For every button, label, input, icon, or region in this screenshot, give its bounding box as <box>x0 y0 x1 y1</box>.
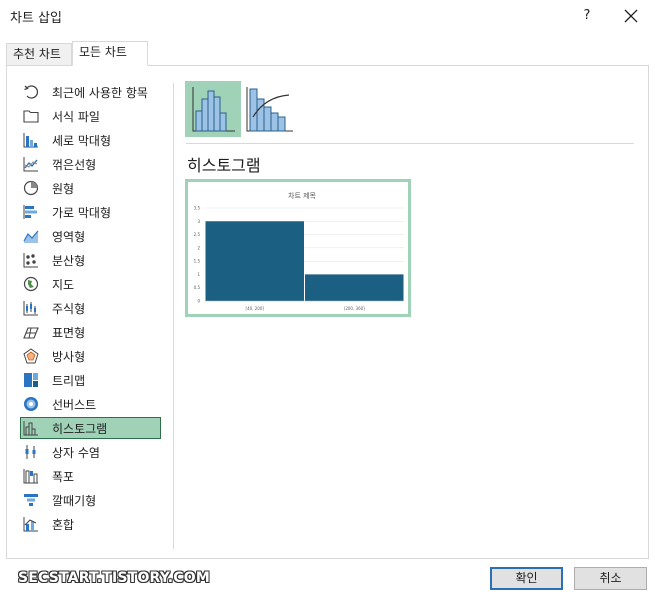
category-label: 분산형 <box>52 254 86 268</box>
stock-chart-icon <box>23 301 38 316</box>
preview-bar <box>305 274 404 301</box>
watermark-text: SECSTART.TISTORY.COM <box>18 570 211 586</box>
category-sunburst[interactable]: 선버스트 <box>20 393 161 415</box>
line-chart-icon <box>23 157 38 172</box>
area-chart-icon <box>23 230 39 243</box>
category-map[interactable]: 지도 <box>20 273 161 295</box>
category-combo[interactable]: 혼합 <box>20 513 161 535</box>
category-label: 지도 <box>52 278 75 292</box>
surface-chart-icon <box>23 327 39 339</box>
category-label: 상자 수염 <box>52 446 100 460</box>
recent-icon <box>24 85 39 99</box>
folder-icon <box>23 110 39 123</box>
category-label: 주식형 <box>52 302 86 316</box>
preview-y-tick-label: 3.5 <box>194 206 201 211</box>
selected-chart-heading: 히스토그램 <box>187 156 261 175</box>
category-box-whisker[interactable]: 상자 수염 <box>20 441 161 463</box>
scatter-chart-icon <box>23 253 38 268</box>
subtype-histogram[interactable] <box>185 81 241 137</box>
histogram-chart-icon <box>23 421 38 436</box>
preview-y-tick-label: 2.5 <box>194 232 201 237</box>
box-whisker-chart-icon <box>25 445 36 459</box>
treemap-chart-icon <box>24 373 38 387</box>
pie-chart-icon <box>23 180 39 196</box>
preview-y-tick-label: 1.5 <box>194 259 201 264</box>
chart-preview[interactable]: 차트 제목 3.5 3 2.5 2 1.5 1 0.5 0 [40, 200] (200, 360… <box>185 179 411 317</box>
category-label: 트리맵 <box>52 374 86 388</box>
tab-all-charts[interactable]: 모든 차트 <box>72 41 148 66</box>
category-label: 방사형 <box>52 350 86 364</box>
close-button[interactable] <box>618 3 644 29</box>
radar-chart-icon <box>23 348 39 364</box>
preview-bar <box>205 221 304 301</box>
combo-chart-icon <box>23 517 38 532</box>
help-button[interactable]: ? <box>574 3 600 29</box>
category-label: 표면형 <box>52 326 86 340</box>
category-label: 히스토그램 <box>52 422 108 436</box>
category-area[interactable]: 영역형 <box>20 225 161 247</box>
category-label: 영역형 <box>52 230 86 244</box>
category-surface[interactable]: 표면형 <box>20 321 161 343</box>
preview-y-tick-label: 2 <box>197 245 200 250</box>
preview-x-category-label: (200, 360] <box>344 306 365 311</box>
category-label: 세로 막대형 <box>52 134 112 148</box>
subtype-pareto[interactable] <box>243 81 299 137</box>
preview-x-category-label: [40, 200] <box>246 306 265 311</box>
histogram-subtype-icon <box>192 87 235 132</box>
map-chart-icon <box>23 276 39 292</box>
preview-y-tick-label: 0 <box>197 299 200 304</box>
category-label: 깔때기형 <box>52 494 97 508</box>
cancel-button[interactable]: 취소 <box>574 567 647 590</box>
category-bar[interactable]: 가로 막대형 <box>20 201 161 223</box>
category-scatter[interactable]: 분산형 <box>20 249 161 271</box>
category-label: 꺾은선형 <box>52 158 97 172</box>
subtype-divider <box>186 143 634 144</box>
category-templates[interactable]: 서식 파일 <box>20 105 161 127</box>
category-stock[interactable]: 주식형 <box>20 297 161 319</box>
category-pie[interactable]: 원형 <box>20 177 161 199</box>
bar-chart-icon <box>23 205 37 219</box>
column-chart-icon <box>23 133 38 148</box>
category-label: 서식 파일 <box>52 110 100 124</box>
preview-y-tick-label: 3 <box>197 219 200 224</box>
category-histogram[interactable]: 히스토그램 <box>20 417 161 439</box>
preview-y-tick-label: 0.5 <box>194 285 201 290</box>
category-radar[interactable]: 방사형 <box>20 345 161 367</box>
category-label: 혼합 <box>52 518 75 532</box>
window-title: 차트 삽입 <box>10 11 62 26</box>
category-column[interactable]: 세로 막대형 <box>20 129 161 151</box>
preview-chart-title: 차트 제목 <box>288 191 317 200</box>
category-line[interactable]: 꺾은선형 <box>20 153 161 175</box>
category-recent[interactable]: 최근에 사용한 항목 <box>20 81 161 103</box>
panel-divider <box>173 83 174 549</box>
category-label: 폭포 <box>52 470 75 484</box>
title-bar: 차트 삽입 ? <box>0 0 655 32</box>
ok-button[interactable]: 확인 <box>490 567 563 590</box>
category-label: 가로 막대형 <box>52 206 112 220</box>
pareto-subtype-icon <box>246 87 293 132</box>
category-label: 선버스트 <box>52 398 97 412</box>
waterfall-chart-icon <box>23 469 38 484</box>
category-funnel[interactable]: 깔때기형 <box>20 489 161 511</box>
close-icon <box>624 9 638 23</box>
category-waterfall[interactable]: 폭포 <box>20 465 161 487</box>
funnel-chart-icon <box>24 494 38 506</box>
category-label: 최근에 사용한 항목 <box>52 86 148 100</box>
sunburst-chart-icon <box>24 397 38 411</box>
category-treemap[interactable]: 트리맵 <box>20 369 161 391</box>
preview-y-tick-label: 1 <box>197 272 200 277</box>
histogram-preview-chart: 차트 제목 3.5 3 2.5 2 1.5 1 0.5 0 [40, 200] (200, 360… <box>194 191 404 311</box>
tab-recommended-charts[interactable]: 추천 차트 <box>6 43 72 66</box>
category-label: 원형 <box>52 182 75 196</box>
